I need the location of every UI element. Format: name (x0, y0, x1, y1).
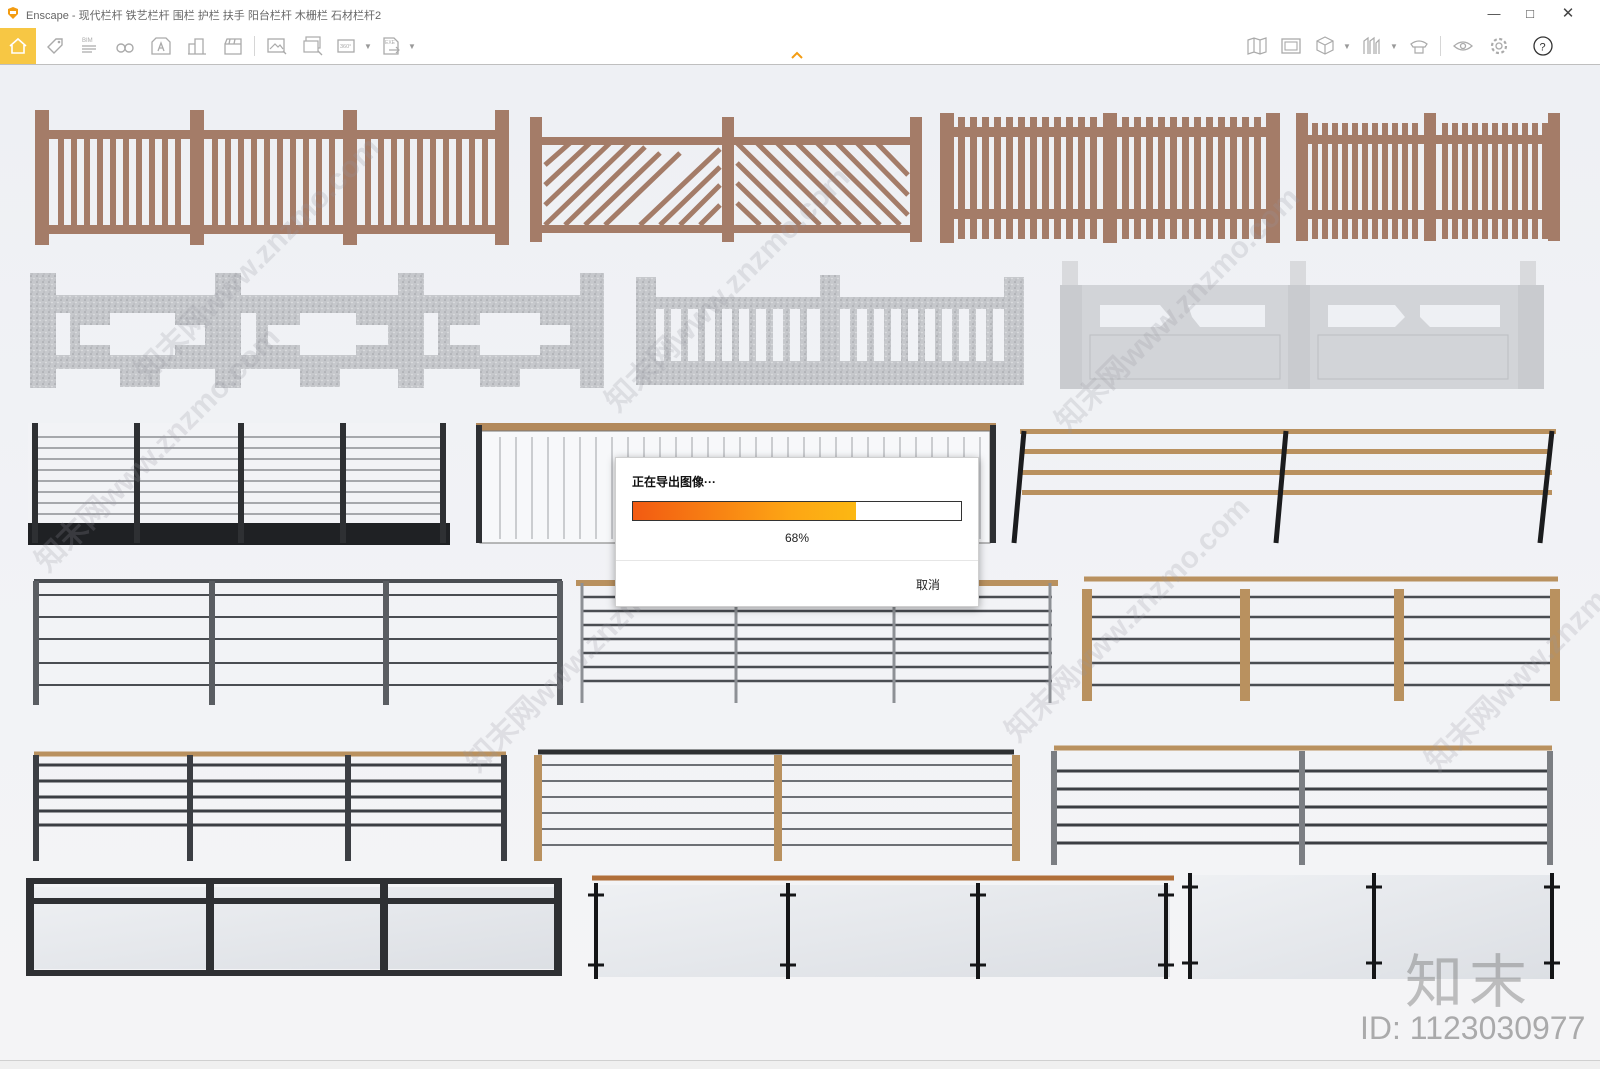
home-icon (9, 37, 27, 54)
maximize-button[interactable]: □ (1516, 4, 1544, 24)
svg-text:EXE: EXE (385, 40, 396, 46)
tag-icon (47, 38, 63, 54)
gear-icon (1490, 37, 1508, 55)
asset-icon (1410, 40, 1428, 54)
horizontal-bar-railing-5 (1051, 745, 1553, 865)
eye-icon (1453, 41, 1473, 51)
panorama-icon: 360° (337, 39, 355, 53)
collapse-toolbar-icon[interactable] (790, 50, 804, 60)
stone-balustrade-2 (636, 275, 1024, 385)
chevron-down-icon[interactable]: ▼ (364, 42, 372, 51)
dialog-divider (616, 560, 978, 561)
svg-text:?: ? (1540, 42, 1546, 54)
progress-bar (632, 501, 962, 521)
stone-balustrade-3 (1060, 261, 1544, 389)
export-exe-icon: EXE (383, 37, 400, 55)
dialog-title: 正在导出图像··· (632, 475, 716, 489)
window-title: Enscape - 现代栏杆 铁艺栏杆 围栏 护栏 扶手 阳台栏杆 木栅栏 石材… (26, 10, 382, 22)
bim-button[interactable]: BIM (74, 31, 104, 61)
screenshot-button[interactable] (262, 31, 292, 61)
export-progress-dialog: 正在导出图像··· 68% 取消 (615, 457, 979, 607)
enscape-logo-icon (8, 7, 18, 19)
close-button[interactable]: ✕ (1554, 4, 1582, 24)
chevron-down-icon[interactable]: ▼ (408, 42, 416, 51)
toolbar-separator (1440, 36, 1441, 56)
wood-fence-3 (940, 113, 1280, 243)
watermark-brand: 知末 (1405, 948, 1534, 1016)
buildings-button[interactable] (182, 31, 212, 61)
cable-railing (28, 423, 450, 545)
panorama-button[interactable]: 360° (332, 31, 362, 61)
toolbar-separator (254, 36, 255, 56)
timber-rail-railing (1011, 429, 1556, 544)
batch-render-button[interactable] (298, 31, 328, 61)
buildings-icon (188, 38, 206, 55)
binoculars-icon (116, 43, 134, 53)
gallery-icon (1281, 38, 1301, 54)
settings-button[interactable] (1484, 31, 1514, 61)
svg-text:360°: 360° (340, 44, 351, 50)
tag-button[interactable] (40, 31, 70, 61)
wood-fence-4 (1296, 113, 1560, 241)
chevron-down-icon[interactable]: ▼ (1343, 42, 1351, 51)
cube-icon (1316, 36, 1334, 55)
video-button[interactable] (218, 31, 248, 61)
minimize-button[interactable]: — (1480, 4, 1508, 24)
home-button[interactable] (0, 28, 36, 64)
progress-percent: 68% (784, 531, 810, 545)
screenshot-icon (267, 38, 287, 55)
timber-post-railing (1082, 576, 1560, 701)
clapper-icon (224, 38, 242, 55)
gallery-button[interactable] (1276, 31, 1306, 61)
material-button[interactable] (146, 31, 176, 61)
export-exe-button[interactable]: EXE (376, 31, 406, 61)
binoculars-button[interactable] (110, 31, 140, 61)
horizontal-bar-railing-3 (33, 751, 507, 861)
material-icon (151, 37, 171, 55)
stone-balustrade-1 (30, 273, 604, 388)
cube-button[interactable] (1310, 31, 1340, 61)
progress-fill (633, 502, 857, 520)
bim-icon: BIM (82, 38, 96, 53)
help-icon: ? (1533, 36, 1553, 56)
sections-button[interactable] (1356, 31, 1386, 61)
title-bar: Enscape - 现代栏杆 铁艺栏杆 围栏 护栏 扶手 阳台栏杆 木栅栏 石材… (0, 0, 1600, 28)
cancel-button[interactable]: 取消 (916, 576, 940, 593)
map-icon (1247, 37, 1267, 55)
horizontal-bar-railing-1 (33, 579, 563, 705)
chevron-down-icon[interactable]: ▼ (1390, 42, 1398, 51)
glass-railing-2 (588, 875, 1174, 979)
asset-library-button[interactable] (1404, 31, 1434, 61)
horizontal-bar-railing-4 (534, 749, 1020, 861)
help-button[interactable]: ? (1528, 31, 1558, 61)
sections-icon (1363, 36, 1380, 54)
map-button[interactable] (1242, 31, 1272, 61)
batch-render-icon (303, 36, 323, 56)
wood-fence-2 (530, 117, 922, 242)
visual-settings-button[interactable] (1448, 31, 1478, 61)
watermark-id: ID: 1123030977 (1360, 1010, 1586, 1046)
svg-text:BIM: BIM (82, 38, 93, 44)
wood-fence-1 (35, 110, 509, 245)
glass-railing-1 (26, 878, 562, 976)
